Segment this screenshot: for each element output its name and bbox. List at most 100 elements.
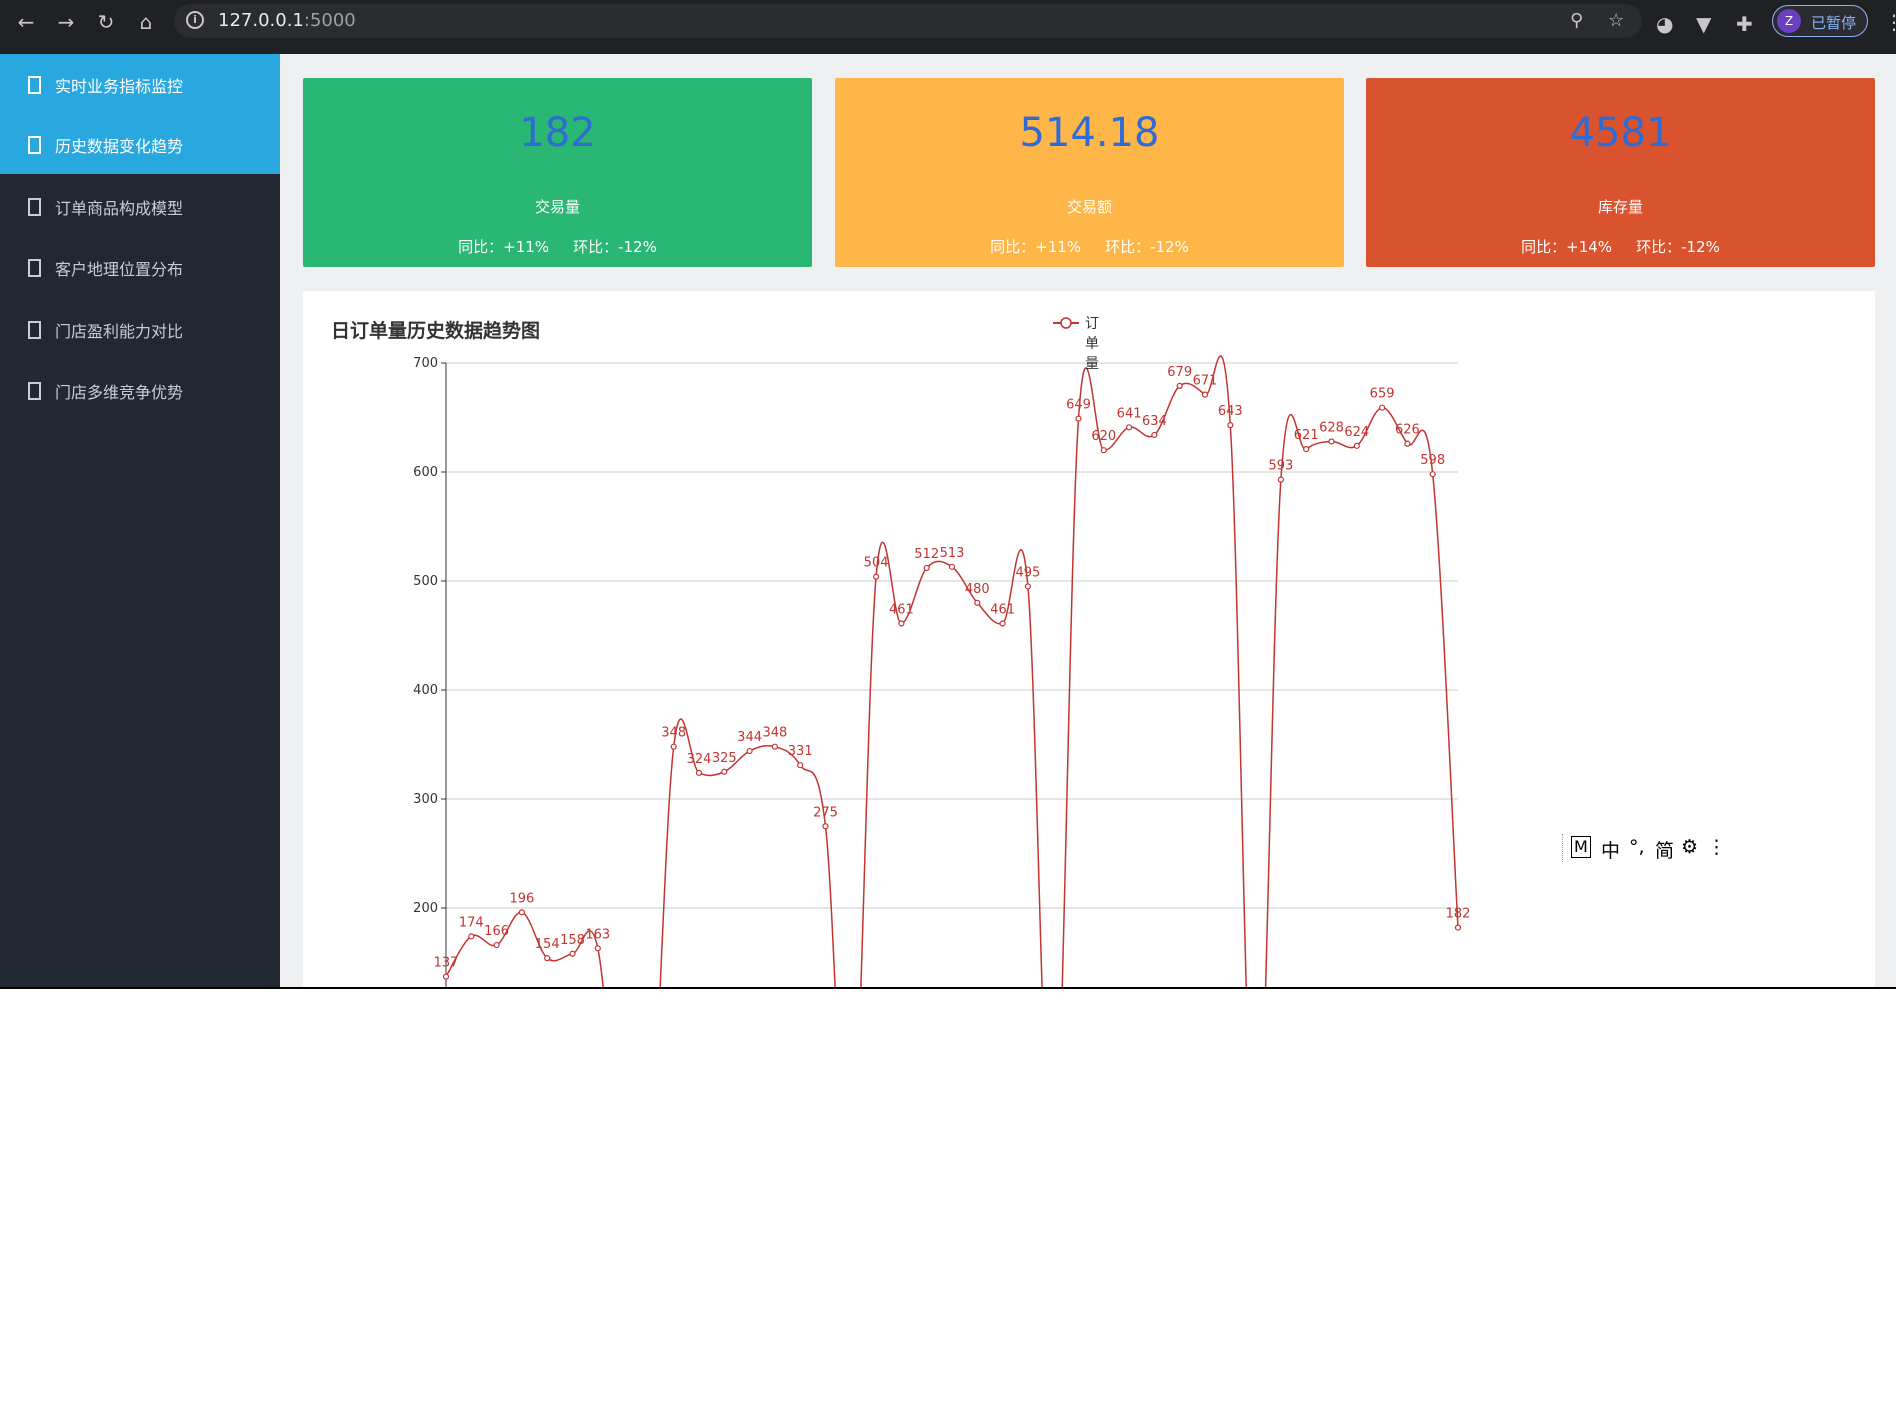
data-label: 659 [1370, 387, 1395, 402]
browser-menu-icon[interactable]: ⋮ [1884, 10, 1896, 34]
data-label: 174 [459, 915, 484, 930]
data-point [974, 599, 981, 606]
data-point [771, 743, 778, 750]
data-label: 593 [1268, 459, 1293, 474]
data-point [594, 945, 601, 952]
data-point [1378, 404, 1386, 411]
blank-area [0, 989, 1896, 1402]
data-label: 641 [1117, 406, 1142, 421]
sidebar-item-store-competition[interactable]: 门店多维竞争优势 [0, 360, 280, 420]
ime-charset[interactable]: 简 [1655, 836, 1674, 863]
kpi-name: 交易量 [534, 198, 580, 216]
chart-title: 日订单量历史数据趋势图 [331, 320, 541, 342]
ime-gear-icon[interactable]: ⚙ [1681, 836, 1698, 858]
sidebar-item-label: 客户地理位置分布 [55, 260, 184, 279]
data-point [1125, 424, 1133, 431]
data-label: 344 [737, 730, 762, 745]
data-point [695, 769, 703, 776]
ime-toolbar[interactable]: M 中 °, 简 ⚙ ⋮ [1562, 834, 1726, 863]
data-point [1227, 422, 1234, 429]
ime-punct[interactable]: °, [1629, 836, 1645, 858]
avatar: Z [1777, 9, 1801, 33]
kpi-yoy: 同比：+11% [458, 238, 550, 256]
kpi-card-volume: 182 交易量 同比：+11% 环比：-12% [303, 78, 812, 267]
forward-icon[interactable]: → [54, 10, 78, 34]
back-icon[interactable]: ← [14, 10, 38, 34]
trend-chart[interactable]: 200 300 400 500 600 700 137 174166 196 154 158 163 3… [303, 291, 1875, 991]
data-point [721, 768, 728, 775]
data-label: 504 [864, 556, 889, 571]
data-point [442, 973, 450, 980]
ime-lang[interactable]: 中 [1601, 836, 1620, 863]
sidebar-item-realtime-monitor[interactable]: 实时业务指标监控 [0, 54, 280, 114]
sidebar-item-customer-geo[interactable]: 客户地理位置分布 [0, 237, 280, 297]
data-point [1277, 476, 1285, 483]
menu-square-icon [28, 382, 41, 400]
kpi-value: 4581 [1569, 110, 1672, 156]
data-point [999, 620, 1006, 627]
ime-mode[interactable]: M [1571, 836, 1591, 858]
data-point [1454, 924, 1462, 931]
data-label: 649 [1066, 398, 1091, 413]
data-label: 643 [1218, 404, 1243, 419]
data-label: 163 [585, 927, 610, 942]
site-info-icon[interactable]: i [186, 11, 204, 29]
extensions-puzzle-icon[interactable]: ✚ [1736, 12, 1753, 36]
data-point [1100, 447, 1107, 454]
data-label: 461 [889, 603, 914, 618]
extension-v-icon[interactable]: ▼ [1696, 12, 1711, 36]
profile-button[interactable]: Z 已暂停 [1772, 5, 1868, 37]
data-label: 166 [484, 924, 509, 939]
browser-toolbar: ← → ↻ ⌂ i 127.0.0.1:5000 ⚲ ☆ ◕ ▼ ✚ Z 已暂停… [0, 0, 1896, 54]
main-content: 182 交易量 同比：+11% 环比：-12% 514.18 交易额 同比：+11… [280, 54, 1896, 991]
sidebar-item-store-profit[interactable]: 门店盈利能力对比 [0, 299, 280, 359]
sidebar-item-label: 历史数据变化趋势 [55, 137, 184, 156]
zoom-icon[interactable]: ⚲ [1570, 10, 1583, 31]
data-label: 620 [1091, 429, 1116, 444]
data-point [670, 743, 677, 750]
data-label: 137 [434, 956, 459, 971]
menu-square-icon [28, 76, 41, 94]
y-tick-label: 600 [413, 465, 438, 480]
kpi-card-amount: 514.18 交易额 同比：+11% 环比：-12% [835, 78, 1344, 267]
data-label: 182 [1446, 907, 1471, 922]
sidebar-item-label: 订单商品构成模型 [55, 199, 184, 218]
data-point [544, 955, 551, 962]
kpi-yoy: 同比：+11% [990, 238, 1082, 256]
kpi-card-inventory: 4581 库存量 同比：+14% 环比：-12% [1366, 78, 1875, 267]
url-text[interactable]: 127.0.0.1:5000 [218, 10, 356, 31]
data-label: 158 [560, 933, 585, 948]
kpi-yoy: 同比：+14% [1521, 238, 1613, 256]
data-label: 624 [1344, 425, 1369, 440]
kpi-compare: 同比：+11% 环比：-12% [835, 236, 1344, 257]
data-label: 325 [712, 751, 737, 766]
data-label: 348 [762, 726, 787, 741]
data-label: 512 [914, 547, 939, 562]
data-label: 331 [788, 744, 813, 759]
data-point [1404, 440, 1411, 447]
ime-more-icon[interactable]: ⋮ [1707, 836, 1726, 858]
kpi-value: 514.18 [1019, 110, 1160, 156]
data-label: 628 [1319, 420, 1344, 435]
data-label: 634 [1142, 414, 1167, 429]
extension-icon[interactable]: ◕ [1656, 12, 1673, 36]
data-point [1176, 382, 1183, 389]
data-point [1151, 431, 1158, 439]
reload-icon[interactable]: ↻ [94, 10, 118, 34]
y-tick-label: 400 [413, 683, 438, 698]
data-point [1429, 471, 1436, 478]
data-point [1024, 583, 1032, 590]
data-point [1201, 391, 1209, 398]
data-label: 513 [940, 546, 965, 561]
data-point [1075, 415, 1082, 422]
data-label: 671 [1193, 374, 1218, 389]
data-point [923, 564, 930, 572]
data-point [468, 933, 475, 940]
data-point [898, 620, 905, 627]
home-icon[interactable]: ⌂ [134, 10, 158, 34]
data-label: 626 [1395, 423, 1420, 438]
bookmark-star-icon[interactable]: ☆ [1608, 10, 1624, 31]
address-bar[interactable]: i 127.0.0.1:5000 ⚲ ☆ [174, 4, 1642, 38]
sidebar-item-history-trend[interactable]: 历史数据变化趋势 [0, 114, 280, 174]
sidebar-item-order-composition[interactable]: 订单商品构成模型 [0, 176, 280, 236]
